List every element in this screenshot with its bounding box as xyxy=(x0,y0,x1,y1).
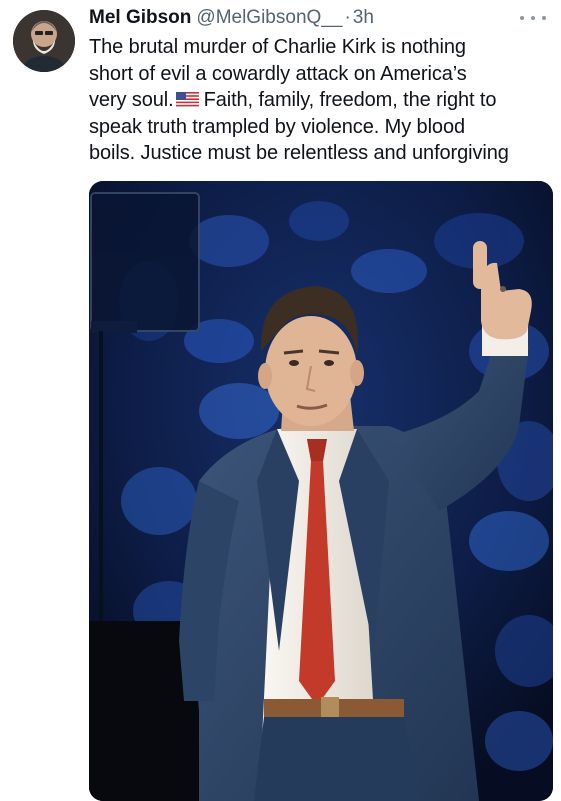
tweet-header: Mel Gibson @MelGibsonQ__ · 3h xyxy=(89,6,374,30)
tweet-text-line: very soul. Faith, family, freedom, the r… xyxy=(89,87,559,114)
tweet-text-line: short of evil a cowardly attack on Ameri… xyxy=(89,62,467,85)
more-dot xyxy=(531,16,535,20)
author-handle[interactable]: @MelGibsonQ__ xyxy=(196,6,342,30)
more-options-icon[interactable] xyxy=(520,12,546,24)
more-dot xyxy=(520,16,524,20)
tweet-text-line: boils. Justice must be relentless and un… xyxy=(89,142,509,165)
tweet-text: The brutal murder of Charlie Kirk is not… xyxy=(89,34,559,167)
tweet-text-segment: Faith, family, freedom, the right to xyxy=(203,89,497,112)
tweet-card[interactable]: Mel Gibson @MelGibsonQ__ · 3h The brutal… xyxy=(0,0,561,801)
header-separator: · xyxy=(344,7,351,28)
tweet-text-line: The brutal murder of Charlie Kirk is not… xyxy=(89,36,466,58)
more-dot xyxy=(542,16,546,20)
author-display-name[interactable]: Mel Gibson xyxy=(89,6,191,30)
us-flag-icon xyxy=(175,88,199,108)
tweet-text-line: speak truth trampled by violence. My blo… xyxy=(89,115,465,138)
tweet-text-segment: very soul. xyxy=(89,89,174,112)
tweet-photo[interactable] xyxy=(89,181,553,801)
author-avatar[interactable] xyxy=(13,10,75,72)
tweet-timestamp[interactable]: 3h xyxy=(353,6,374,30)
